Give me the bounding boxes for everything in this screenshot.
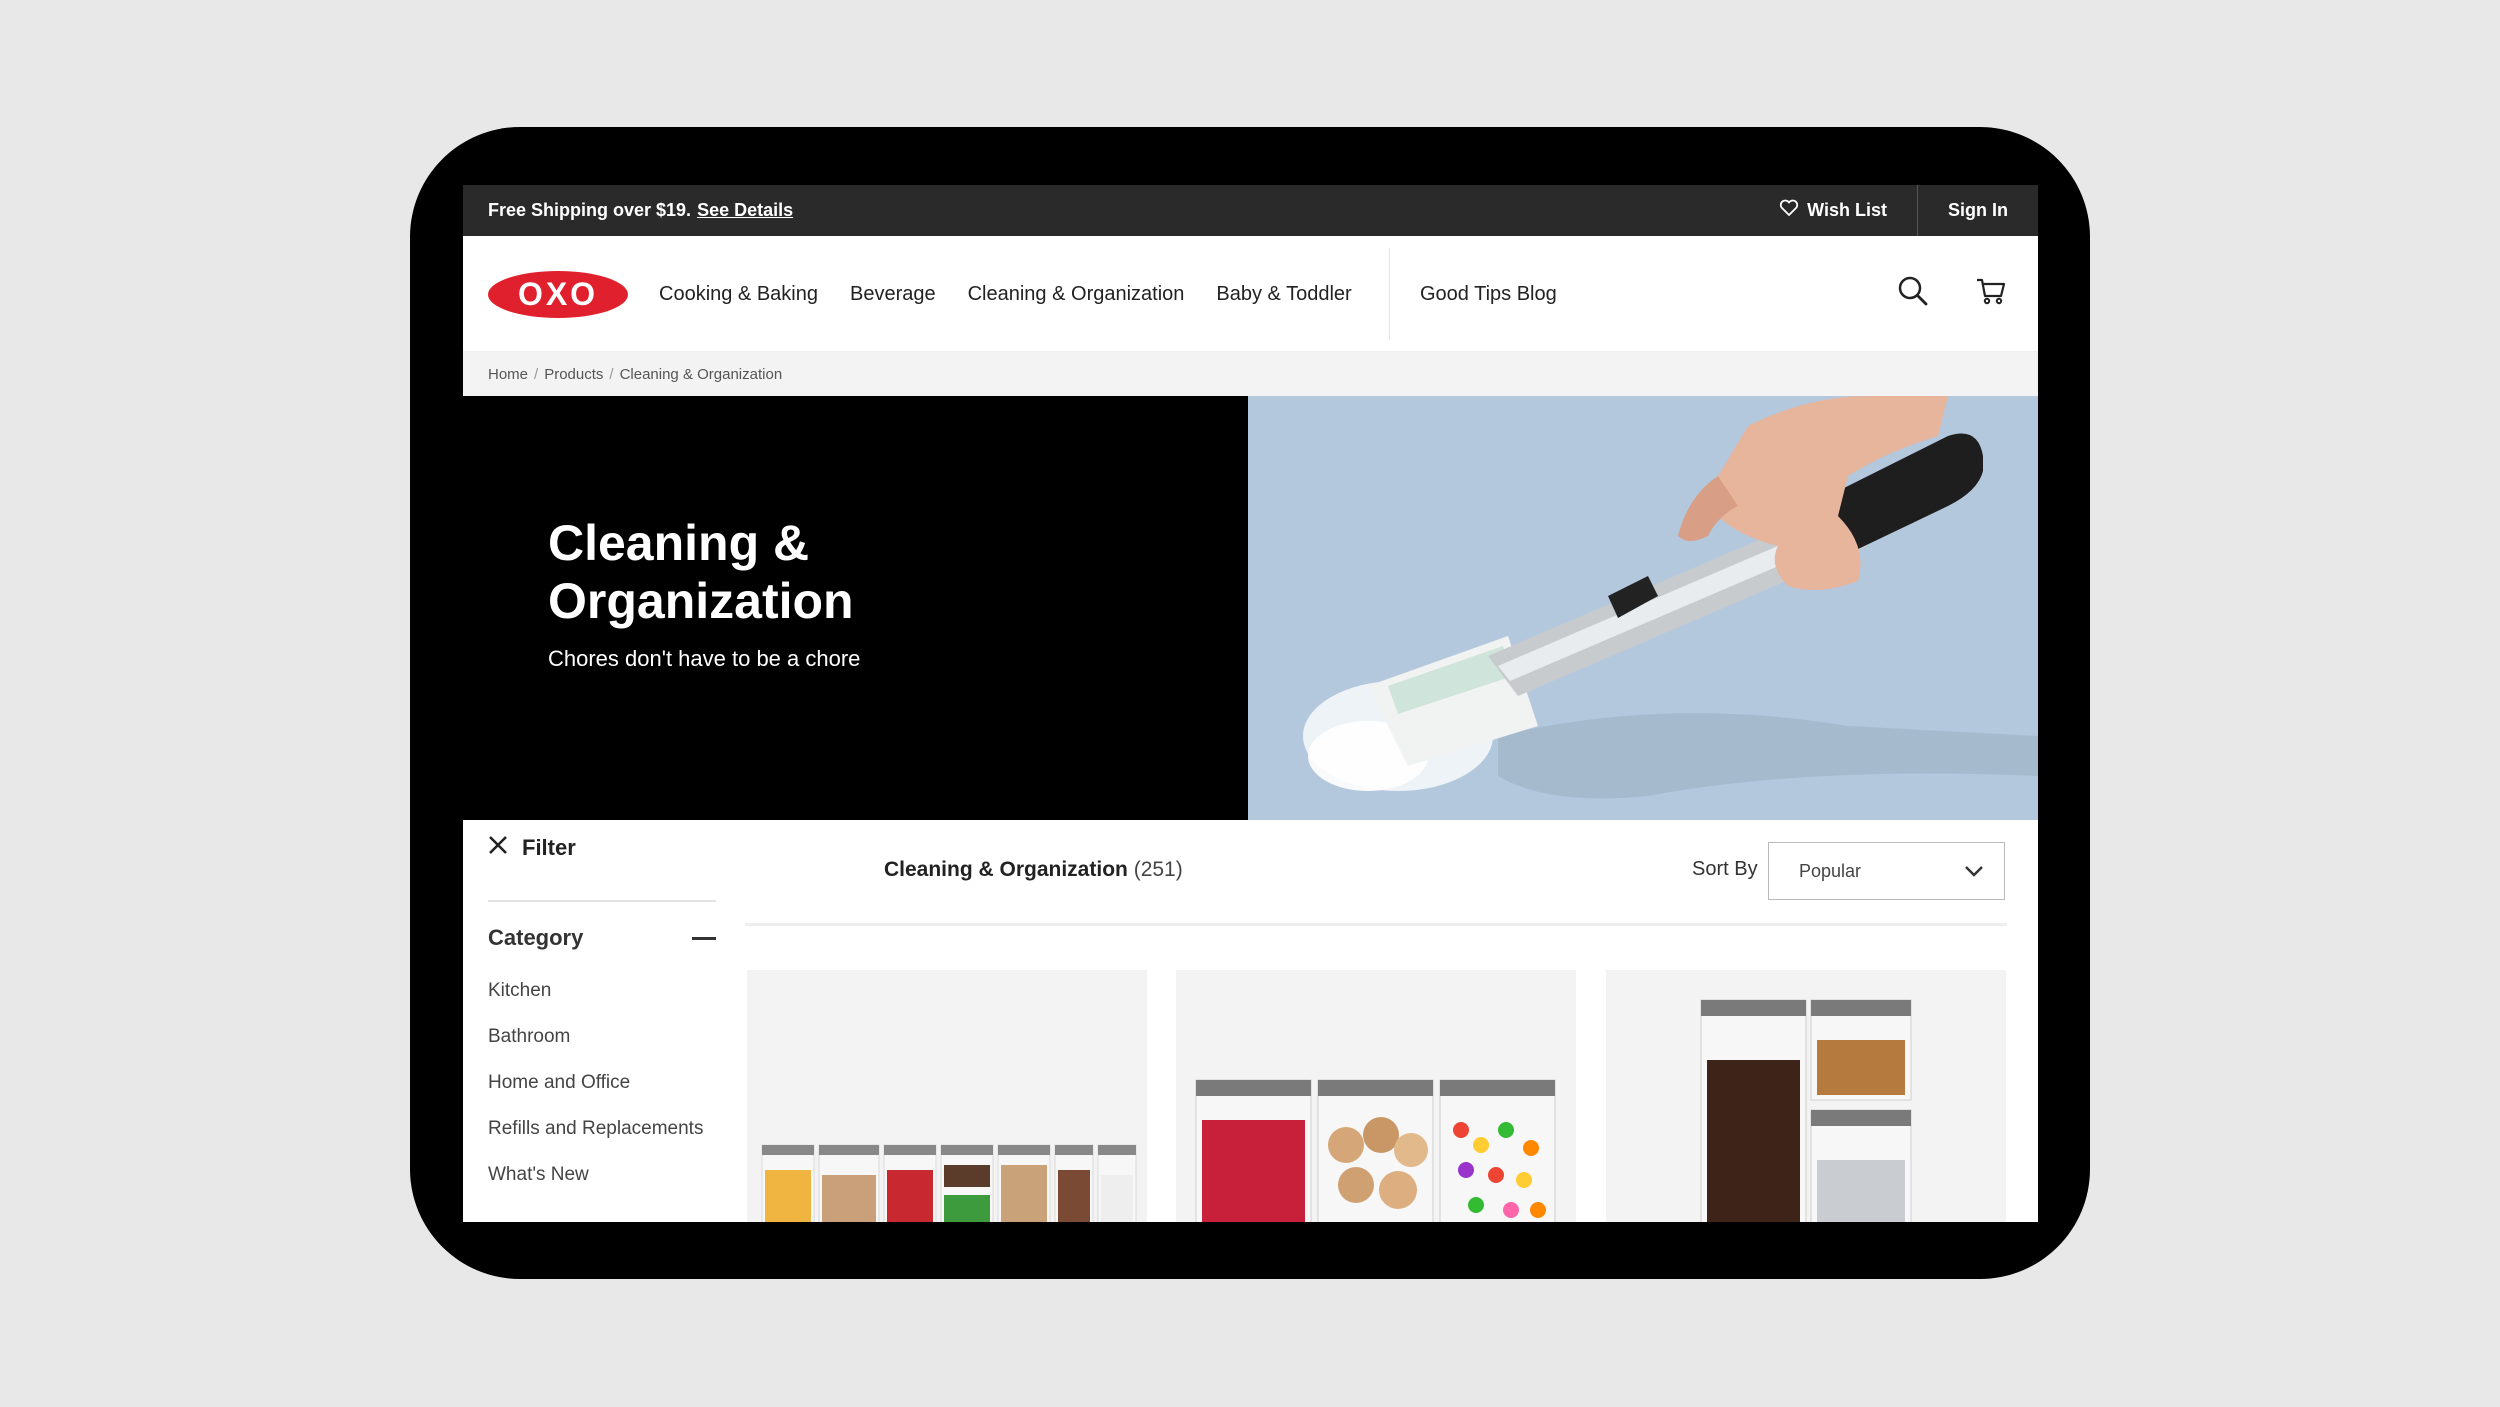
breadcrumb: Home / Products / Cleaning & Organizatio… <box>463 352 2038 396</box>
product-card[interactable] <box>747 970 1147 1222</box>
promo-text: Free Shipping over $19. <box>488 200 692 220</box>
breadcrumb-products[interactable]: Products <box>544 366 603 383</box>
nav-cleaning-organization[interactable]: Cleaning & Organization <box>968 283 1185 306</box>
category-label: Category <box>488 925 584 950</box>
category-bathroom[interactable]: Bathroom <box>488 1026 703 1072</box>
category-whats-new[interactable]: What's New <box>488 1164 703 1210</box>
cart-icon[interactable] <box>1974 274 2008 308</box>
listing-title-text: Cleaning & Organization <box>884 858 1128 881</box>
hero-subtitle: Chores don't have to be a chore <box>548 646 861 671</box>
wishlist-link[interactable]: Wish List <box>1749 185 1917 236</box>
product-image-containers-set <box>761 1144 1137 1222</box>
listing-count: (251) <box>1133 858 1183 881</box>
oxo-logo[interactable]: OXO <box>488 271 628 318</box>
hero-banner: Cleaning & Organization Chores don't hav… <box>463 396 1248 820</box>
nav-baby-toddler[interactable]: Baby & Toddler <box>1216 283 1351 306</box>
product-image-candy-containers <box>1195 1079 1556 1222</box>
nav-divider <box>1389 248 1390 340</box>
category-list: Kitchen Bathroom Home and Office Refills… <box>488 980 703 1210</box>
category-accordion[interactable]: Category <box>488 925 716 951</box>
nav-cooking-baking[interactable]: Cooking & Baking <box>659 283 818 306</box>
category-home-office[interactable]: Home and Office <box>488 1072 703 1118</box>
breadcrumb-separator: / <box>534 365 539 383</box>
minus-icon <box>692 936 716 940</box>
search-icon[interactable] <box>1896 274 1930 308</box>
listing-title: Cleaning & Organization (251) <box>884 858 1183 882</box>
hero-image-dish-brush <box>1248 396 2038 820</box>
filter-toggle[interactable]: Filter <box>488 835 576 861</box>
nav-good-tips-blog[interactable]: Good Tips Blog <box>1420 236 1557 352</box>
main-nav: OXO Cooking & Baking Beverage Cleaning &… <box>463 236 2038 352</box>
wishlist-label: Wish List <box>1807 200 1887 220</box>
nav-links: Cooking & Baking Beverage Cleaning & Org… <box>659 236 1384 352</box>
close-icon <box>488 835 508 861</box>
see-details-link[interactable]: See Details <box>697 200 793 220</box>
filter-divider <box>488 900 716 902</box>
listing-divider <box>745 923 2007 926</box>
heart-icon <box>1779 199 1799 222</box>
promo-bar: Free Shipping over $19. See Details Wish … <box>463 185 2038 236</box>
sort-value: Popular <box>1799 860 1862 881</box>
product-card[interactable] <box>1176 970 1576 1222</box>
category-kitchen[interactable]: Kitchen <box>488 980 703 1026</box>
filter-label: Filter <box>522 835 576 860</box>
breadcrumb-current: Cleaning & Organization <box>619 365 783 383</box>
product-card[interactable] <box>1606 970 2006 1222</box>
browser-viewport: Free Shipping over $19. See Details Wish … <box>463 185 2038 1222</box>
hero-title: Cleaning & Organization <box>548 515 854 629</box>
sort-label: Sort By <box>1692 858 1758 880</box>
breadcrumb-home[interactable]: Home <box>488 366 528 383</box>
sort-dropdown[interactable]: Popular <box>1768 842 2005 900</box>
category-refills[interactable]: Refills and Replacements <box>488 1118 703 1164</box>
sign-in-link[interactable]: Sign In <box>1918 200 2038 221</box>
svg-text:OXO: OXO <box>518 276 598 312</box>
product-image-pop-containers <box>1700 999 1912 1222</box>
chevron-down-icon <box>1964 861 1984 882</box>
nav-beverage[interactable]: Beverage <box>850 283 936 306</box>
promo-message: Free Shipping over $19. See Details <box>488 200 793 221</box>
breadcrumb-separator: / <box>609 365 614 383</box>
